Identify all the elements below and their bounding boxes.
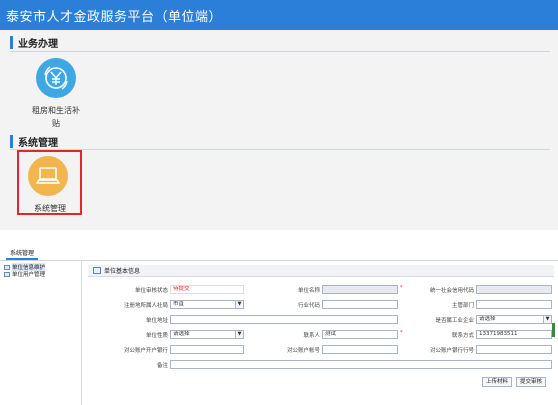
tree-item-label: 单位用户管理 xyxy=(12,272,46,278)
unit-name-input[interactable] xyxy=(322,285,398,294)
users-icon xyxy=(4,271,10,277)
label-account: 对公账户帐号 xyxy=(286,348,320,354)
label-contact: 联系人 xyxy=(303,333,320,339)
submit-review-button[interactable]: 提交审核 xyxy=(516,377,546,387)
unit-info-form: 单位基本信息 单位审核状态 待提交 单位名称 * 统一社会信用代码 注册地所属人… xyxy=(84,261,558,405)
label-bank-code: 对公账户银行行号 xyxy=(429,348,474,354)
unit-nature-select[interactable]: 请选择 ▼ xyxy=(170,330,244,339)
chevron-down-icon: ▼ xyxy=(235,301,243,308)
upload-materials-button[interactable]: 上传材料 xyxy=(482,377,512,387)
card-rent-subsidy-label-2: 贴 xyxy=(52,119,60,128)
industry-code-input[interactable] xyxy=(322,300,398,309)
card-rent-subsidy[interactable]: 租房和生活补 贴 xyxy=(24,58,84,128)
remark-input[interactable] xyxy=(170,360,552,369)
yen-coin-icon xyxy=(36,58,76,98)
label-phone: 联系方式 xyxy=(451,333,474,339)
label-supervisor: 主管部门 xyxy=(451,303,474,309)
key-enterprise-value: 请选择 xyxy=(479,316,496,322)
card-rent-subsidy-label-1: 租房和生活补 xyxy=(32,106,80,115)
chevron-down-icon: ▼ xyxy=(235,331,243,338)
section-divider xyxy=(10,51,550,52)
scrollbar-thumb[interactable] xyxy=(552,323,555,337)
label-remark: 备注 xyxy=(156,363,168,369)
bank-code-input[interactable] xyxy=(476,345,552,354)
address-input[interactable] xyxy=(170,315,398,324)
label-audit-status: 单位审核状态 xyxy=(134,288,168,294)
supervisor-input[interactable] xyxy=(476,300,552,309)
chevron-down-icon: ▼ xyxy=(543,316,551,323)
form-header: 单位基本信息 xyxy=(88,265,554,277)
section-business-title: 业务办理 xyxy=(18,38,58,50)
tab-system-management[interactable]: 系统管理 xyxy=(6,248,39,260)
card-system-management[interactable]: 系统管理 xyxy=(18,156,78,226)
label-unit-nature: 单位性质 xyxy=(145,333,168,339)
account-input[interactable] xyxy=(322,345,398,354)
folder-icon xyxy=(4,264,10,270)
edit-icon xyxy=(93,267,101,274)
app-title: 泰安市人才金政服务平台（单位端） xyxy=(6,10,223,25)
card-system-management-label: 系统管理 xyxy=(34,204,66,213)
region-value: 市直 xyxy=(173,301,185,307)
label-credit-code: 统一社会信用代码 xyxy=(429,288,474,294)
app-header: 泰安市人才金政服务平台（单位端） xyxy=(0,0,558,30)
required-star: * xyxy=(400,330,403,336)
dashboard-panel: 业务办理 租房和生活补 贴 系统管理 系统管理 xyxy=(0,30,558,230)
unit-nature-value: 请选择 xyxy=(173,331,190,337)
key-enterprise-select[interactable]: 请选择 ▼ xyxy=(476,315,552,324)
navigation-tree: 单位信息维护 单位用户管理 xyxy=(0,261,82,405)
required-star: * xyxy=(400,285,403,291)
section-business-header: 业务办理 xyxy=(10,35,58,50)
label-address: 单位地址 xyxy=(145,318,168,324)
label-region: 注册地所属人社局 xyxy=(123,303,168,309)
phone-input[interactable]: 13371983511 xyxy=(476,330,552,339)
label-industry-code: 行业代码 xyxy=(297,303,320,309)
tree-item-unit-users[interactable]: 单位用户管理 xyxy=(4,270,45,278)
section-system-header: 系统管理 xyxy=(10,134,58,149)
form-title: 单位基本信息 xyxy=(104,268,141,275)
credit-code-input[interactable] xyxy=(476,285,552,294)
label-unit-name: 单位名称 xyxy=(297,288,320,294)
laptop-icon xyxy=(28,156,68,196)
label-bank: 对公账户开户银行 xyxy=(123,348,168,354)
section-marker xyxy=(10,35,13,49)
section-divider xyxy=(10,149,550,150)
section-system-title: 系统管理 xyxy=(18,137,58,149)
label-key-enterprise: 是否属工业企业 xyxy=(435,318,474,324)
region-select[interactable]: 市直 ▼ xyxy=(170,300,244,309)
contact-input[interactable]: 测试 xyxy=(322,330,398,339)
audit-status-field: 待提交 xyxy=(170,285,244,294)
system-window: 系统管理 单位信息维护 单位用户管理 单位基本信息 单位审核状态 待提交 单位名… xyxy=(0,244,558,405)
section-marker xyxy=(10,134,13,148)
bank-input[interactable] xyxy=(170,345,244,354)
